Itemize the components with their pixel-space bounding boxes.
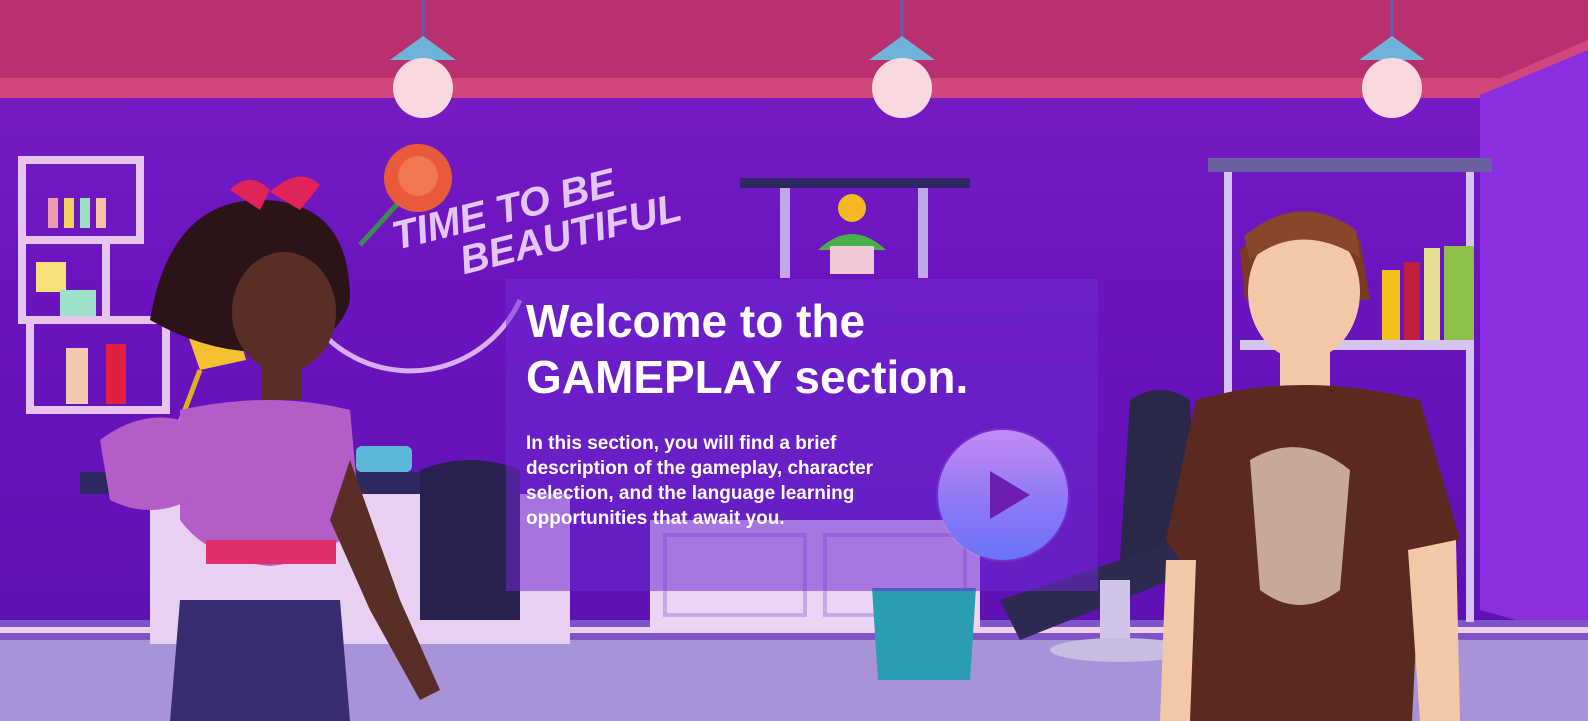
welcome-title: Welcome to the GAMEPLAY section. [526,293,1086,405]
play-button[interactable] [938,430,1068,560]
wall-shelves [18,156,170,414]
salon-scene: TIME TO BE BEAUTIFUL Welcome to the GAME… [0,0,1588,721]
welcome-description-line1: In this section, you will find a brief [526,433,837,454]
welcome-title-line2: GAMEPLAY section. [526,351,969,403]
welcome-description: In this section, you will find a brief d… [526,431,946,531]
welcome-description-line2: description of the gameplay, character [526,458,874,479]
welcome-description-line4: opportunities that await you. [526,508,785,529]
welcome-title-line1: Welcome to the [526,295,866,347]
welcome-description-line3: selection, and the language learning [526,483,855,504]
welcome-panel: Welcome to the GAMEPLAY section. In this… [506,279,1098,591]
play-icon [990,471,1030,519]
